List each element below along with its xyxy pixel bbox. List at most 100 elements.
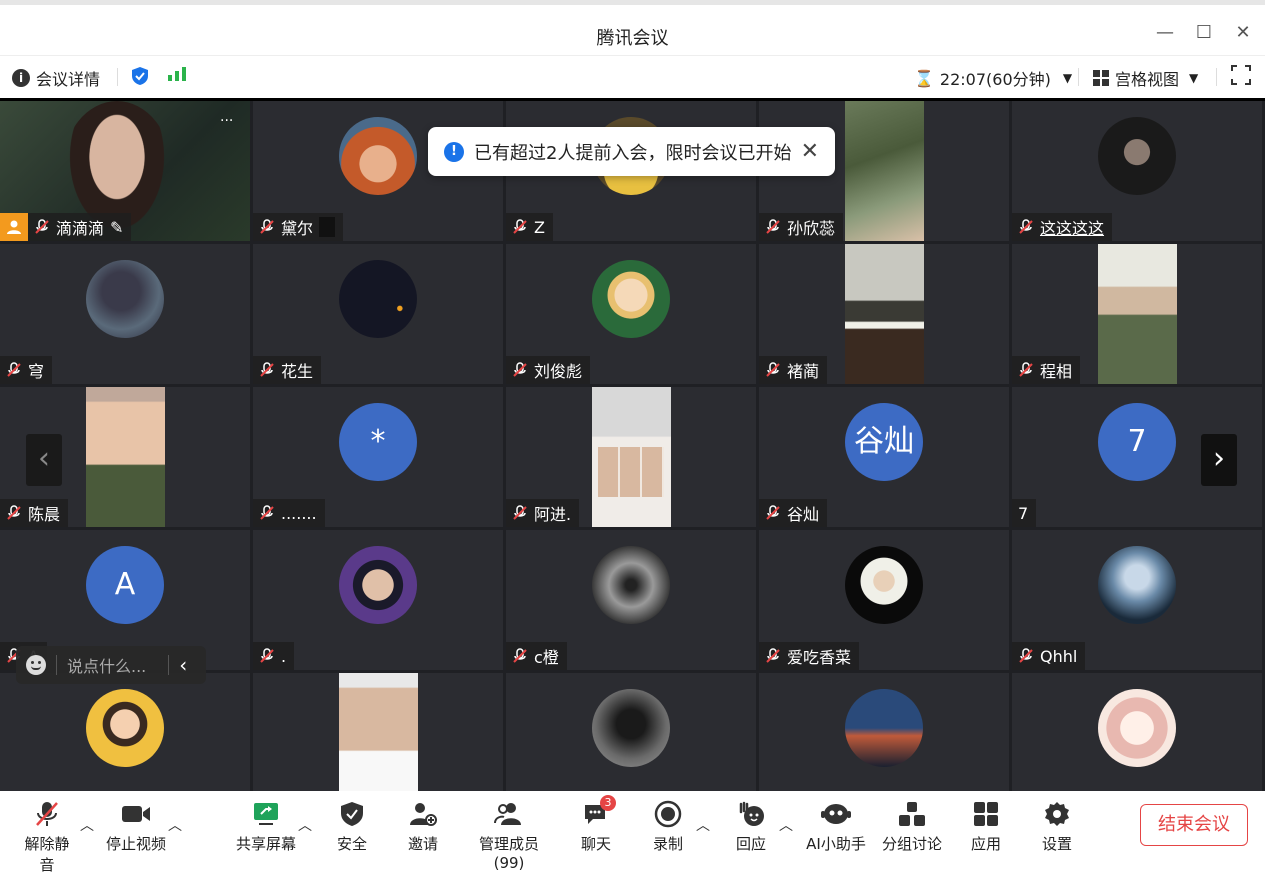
avatar (592, 689, 670, 767)
chat-button[interactable]: 3 聊天 (578, 795, 616, 854)
breakout-rooms-button[interactable]: 分组讨论 (882, 799, 942, 854)
maximize-button[interactable]: ☐ (1193, 22, 1215, 44)
record-button[interactable]: 录制 (650, 799, 686, 854)
chevron-down-icon: ▼ (1062, 71, 1073, 85)
participant-tile[interactable]: 这这这这 (1012, 101, 1262, 241)
mic-muted-icon (765, 505, 781, 521)
share-screen-label: 共享屏幕 (236, 835, 297, 853)
participant-name: c橙 (534, 648, 559, 667)
participant-name: 爱吃香菜 (787, 648, 852, 667)
view-mode-button[interactable]: 宫格视图 ▼ (1093, 66, 1198, 90)
participant-tile[interactable]: 爱吃香菜 (759, 530, 1009, 670)
settings-label: 设置 (1041, 835, 1072, 853)
more-options-icon[interactable]: ··· (220, 113, 233, 129)
meeting-details-button[interactable]: i 会议详情 (12, 66, 100, 90)
ai-assistant-button[interactable]: AI小助手 (806, 799, 866, 854)
video-feed (86, 387, 165, 527)
settings-button[interactable]: 设置 (1039, 799, 1075, 854)
video-feed (1098, 244, 1177, 384)
chevron-up-icon[interactable]: ︿ (298, 815, 312, 835)
participant-name: ....... (281, 503, 317, 523)
window-title: 腾讯会议 (596, 28, 669, 49)
participant-name: 刘俊彪 (534, 362, 583, 381)
ai-assistant-icon (806, 799, 866, 829)
mic-muted-icon (259, 648, 275, 664)
security-shield-icon[interactable] (131, 66, 149, 86)
participant-tile[interactable]: 程相 (1012, 244, 1262, 384)
record-icon (650, 799, 686, 829)
chevron-up-icon[interactable]: ︿ (80, 815, 94, 835)
pencil-icon: ✎ (110, 217, 124, 237)
participant-tile[interactable]: 谷灿 谷灿 (759, 387, 1009, 527)
avatar: 谷灿 (845, 403, 923, 481)
emoji-icon[interactable] (26, 655, 46, 675)
chevron-up-icon[interactable]: ︿ (168, 815, 182, 835)
stop-video-button[interactable]: 停止视频 (106, 799, 166, 854)
invite-button[interactable]: 邀请 (403, 799, 443, 854)
avatar (1098, 546, 1176, 624)
chevron-up-icon[interactable]: ︿ (779, 815, 793, 835)
next-page-button[interactable]: › (1201, 434, 1237, 486)
mic-muted-icon (259, 362, 275, 378)
participant-tile[interactable]: * ....... (253, 387, 503, 527)
collapse-icon[interactable]: ‹ (179, 653, 187, 677)
signal-strength-icon[interactable] (167, 66, 187, 82)
close-icon[interactable]: ✕ (801, 139, 819, 164)
participant-tile[interactable]: 刘俊彪 (506, 244, 756, 384)
info-bar: i 会议详情 ⌛ 22:07(60分钟) ▼ 宫格视图 ▼ (0, 56, 1265, 98)
participant-name: 褚蔺 (787, 362, 820, 381)
mic-muted-icon (765, 219, 781, 235)
unmute-button[interactable]: 解除静音 (18, 799, 76, 875)
end-meeting-button[interactable]: 结束会议 (1140, 804, 1248, 846)
participant-tile[interactable]: 花生 (253, 244, 503, 384)
shield-icon (332, 799, 372, 829)
avatar (339, 117, 417, 195)
record-label: 录制 (652, 835, 683, 853)
participant-tile[interactable]: 阿进. (506, 387, 756, 527)
video-feed (845, 101, 924, 241)
participant-name: 7 (1018, 503, 1029, 523)
previous-page-button[interactable]: ‹ (26, 434, 62, 486)
security-button[interactable]: 安全 (332, 799, 372, 854)
participant-name: 谷灿 (787, 505, 820, 524)
manage-members-button[interactable]: 管理成员(99) (466, 799, 552, 872)
avatar (845, 546, 923, 624)
share-screen-button[interactable]: 共享屏幕 (236, 799, 296, 854)
chat-input[interactable]: 说点什么... (67, 653, 146, 677)
participant-tile[interactable]: . (253, 530, 503, 670)
participant-name: 这这这这 (1040, 219, 1105, 238)
minimize-button[interactable]: — (1154, 22, 1176, 44)
quick-chat-bar[interactable]: 说点什么... ‹ (16, 646, 206, 684)
participant-name: Z (534, 217, 545, 237)
react-button[interactable]: 回应 (733, 799, 769, 854)
mic-muted-icon (34, 219, 50, 235)
participant-tile[interactable]: c橙 (506, 530, 756, 670)
chevron-up-icon[interactable]: ︿ (696, 815, 710, 835)
react-label: 回应 (735, 835, 766, 853)
participant-tile[interactable]: ··· 滴滴滴 ✎ (0, 101, 250, 241)
participant-name: 黛尔 (281, 219, 314, 238)
apps-button[interactable]: 应用 (968, 799, 1004, 854)
meeting-window: 腾讯会议 — ☐ ✕ i 会议详情 ⌛ 22:07(60分钟) ▼ 宫格视图 ▼ (0, 0, 1265, 878)
avatar: * (339, 403, 417, 481)
avatar (86, 260, 164, 338)
close-button[interactable]: ✕ (1232, 22, 1254, 44)
participant-tile[interactable]: Qhhl (1012, 530, 1262, 670)
mic-muted-icon (6, 505, 22, 521)
avatar (86, 689, 164, 767)
participant-tile[interactable]: 褚蔺 (759, 244, 1009, 384)
mic-muted-icon (6, 362, 22, 378)
participant-name: Qhhl (1040, 646, 1078, 666)
participant-tile[interactable]: 穹 (0, 244, 250, 384)
meeting-timer[interactable]: ⌛ 22:07(60分钟) ▼ (914, 66, 1072, 90)
info-icon: i (12, 69, 30, 87)
video-feed (592, 387, 671, 527)
fullscreen-icon[interactable] (1231, 65, 1251, 85)
camera-icon (106, 799, 166, 829)
view-mode-label: 宫格视图 (1115, 70, 1180, 89)
avatar (1098, 117, 1176, 195)
mic-muted-icon (1018, 219, 1034, 235)
chat-label: 聊天 (580, 835, 611, 853)
avatar: 7 (1098, 403, 1176, 481)
breakout-rooms-label: 分组讨论 (882, 835, 943, 853)
